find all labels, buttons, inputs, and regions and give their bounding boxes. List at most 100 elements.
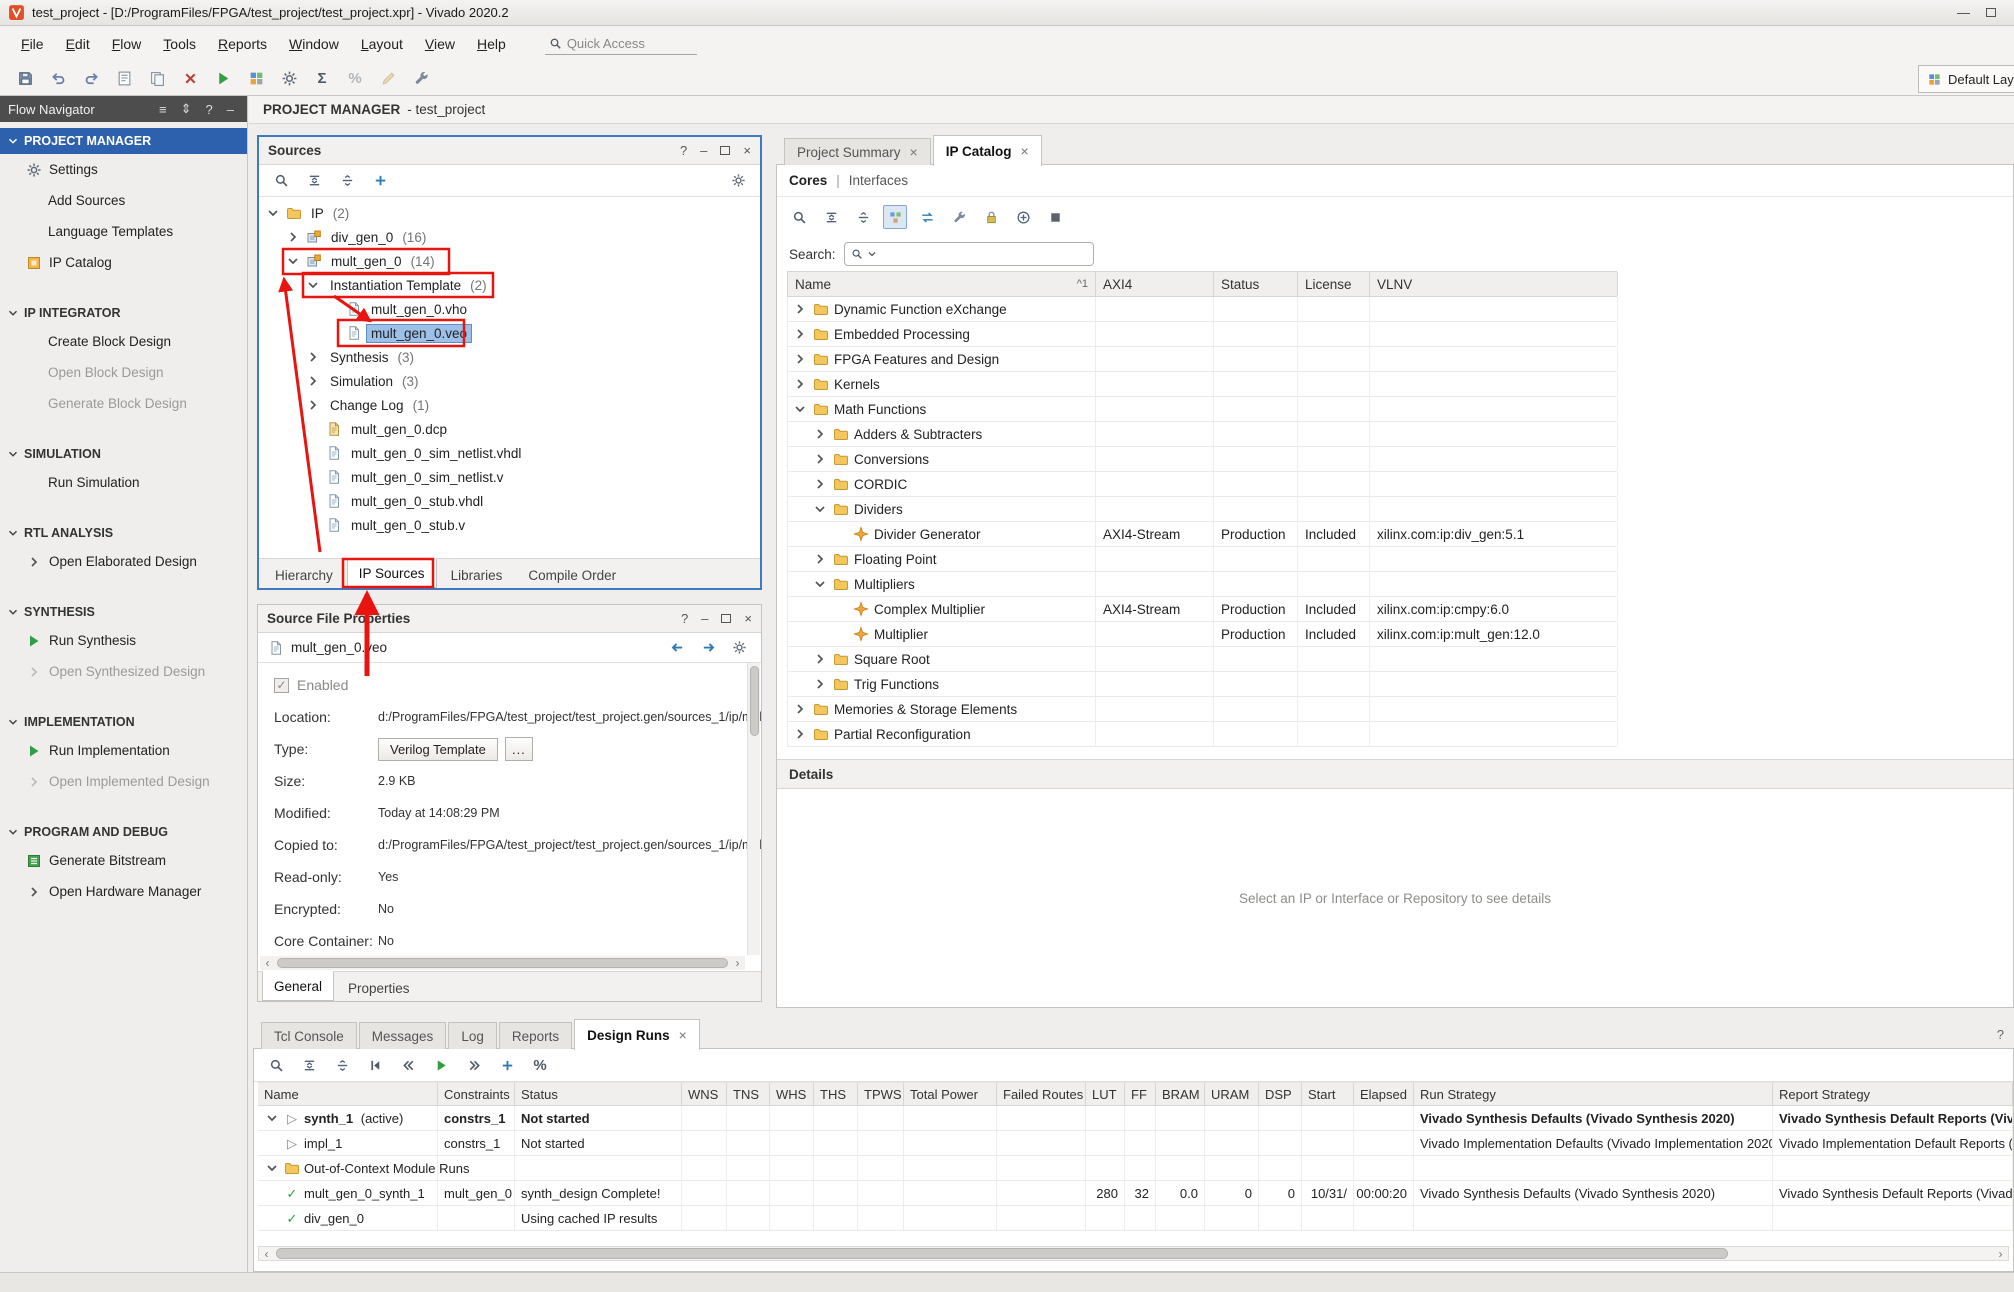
caret-right-icon[interactable] — [792, 726, 808, 742]
runs-column-start[interactable]: Start — [1302, 1083, 1354, 1105]
ip-row-kernels[interactable]: Kernels — [788, 372, 1617, 397]
back-button[interactable] — [665, 636, 689, 660]
search-button[interactable] — [787, 205, 811, 229]
caret-right-icon[interactable] — [26, 774, 42, 790]
bottom-tab-tcl-console[interactable]: Tcl Console — [261, 1022, 357, 1049]
tree-item-mult-gen-0-veo[interactable]: mult_gen_0.veo — [259, 321, 760, 345]
caret-right-icon[interactable] — [792, 351, 808, 367]
flow-section-program-and-debug[interactable]: PROGRAM AND DEBUG — [0, 819, 247, 845]
flow-item-open-synthesized-design[interactable]: Open Synthesized Design — [0, 656, 247, 687]
search-button[interactable] — [269, 169, 293, 193]
sources-tab-compile-order[interactable]: Compile Order — [516, 563, 628, 588]
caret-right-icon[interactable] — [792, 376, 808, 392]
dashboard-button[interactable] — [243, 66, 269, 92]
tree-item-mult-gen-0-sim-netlist-vhdl[interactable]: mult_gen_0_sim_netlist.vhdl — [259, 441, 760, 465]
more-button[interactable]: ... — [505, 737, 533, 761]
caret-down-icon[interactable] — [6, 605, 20, 619]
runs-column-run-strategy[interactable]: Run Strategy — [1414, 1083, 1773, 1105]
wrench-button[interactable] — [408, 66, 434, 92]
wrench-button[interactable] — [947, 205, 971, 229]
caret-down-icon[interactable] — [6, 306, 20, 320]
runs-column-whs[interactable]: WHS — [770, 1083, 814, 1105]
ip-row-divider-generator[interactable]: Divider GeneratorAXI4-StreamProductionIn… — [788, 522, 1617, 547]
close-tab-icon[interactable]: × — [679, 1027, 687, 1043]
percent-button[interactable]: % — [528, 1053, 552, 1077]
run-row-synth-1[interactable]: ▷synth_1 (active)constrs_1Not startedViv… — [258, 1106, 2013, 1131]
runs-column-ff[interactable]: FF — [1125, 1083, 1156, 1105]
type-dropdown[interactable]: Verilog Template — [378, 738, 498, 761]
tree-item-simulation[interactable]: Simulation(3) — [259, 369, 760, 393]
caret-down-icon[interactable] — [285, 253, 301, 269]
expand-all-button[interactable] — [851, 205, 875, 229]
vertical-scrollbar[interactable] — [747, 663, 760, 955]
bottom-tab-messages[interactable]: Messages — [359, 1022, 447, 1049]
tree-item-synthesis[interactable]: Synthesis(3) — [259, 345, 760, 369]
menu-window[interactable]: Window — [278, 31, 350, 57]
ip-row-multiplier[interactable]: MultiplierProductionIncludedxilinx.com:i… — [788, 622, 1617, 647]
ipcat-tab-ip-catalog[interactable]: IP Catalog× — [933, 135, 1042, 166]
scroll-right-icon[interactable]: › — [730, 956, 745, 970]
caret-down-icon[interactable] — [812, 501, 828, 517]
tree-item-mult-gen-0-sim-netlist-v[interactable]: mult_gen_0_sim_netlist.v — [259, 465, 760, 489]
caret-right-icon[interactable] — [812, 651, 828, 667]
caret-right-icon[interactable] — [812, 451, 828, 467]
caret-right-icon[interactable] — [305, 397, 321, 413]
enabled-checkbox[interactable]: ✓ — [274, 678, 289, 693]
undo-button[interactable] — [45, 66, 71, 92]
close-panel-button[interactable]: × — [743, 143, 751, 158]
runs-column-uram[interactable]: URAM — [1205, 1083, 1259, 1105]
bottom-tab-log[interactable]: Log — [448, 1022, 497, 1049]
forward-button[interactable] — [696, 636, 720, 660]
ip-row-floating-point[interactable]: Floating Point — [788, 547, 1617, 572]
runs-column-ths[interactable]: THS — [814, 1083, 858, 1105]
run-row-impl-1[interactable]: ▷impl_1constrs_1Not startedVivado Implem… — [258, 1131, 2013, 1156]
flow-section-synthesis[interactable]: SYNTHESIS — [0, 599, 247, 625]
tree-item-instantiation-template[interactable]: Instantiation Template(2) — [259, 273, 760, 297]
sources-tab-libraries[interactable]: Libraries — [439, 563, 515, 588]
search-button[interactable] — [264, 1053, 288, 1077]
caret-down-icon[interactable] — [264, 1160, 280, 1176]
ip-column-name[interactable]: Name^1 — [788, 272, 1096, 296]
runs-column-tpws[interactable]: TPWS — [858, 1083, 904, 1105]
run-row-mult-gen-0-synth-1[interactable]: ✓mult_gen_0_synth_1mult_gen_0synth_desig… — [258, 1181, 2013, 1206]
ip-row-trig-functions[interactable]: Trig Functions — [788, 672, 1617, 697]
caret-right-icon[interactable] — [812, 426, 828, 442]
close-tab-icon[interactable]: × — [1021, 143, 1029, 159]
caret-down-icon[interactable] — [265, 205, 281, 221]
expand-all-button[interactable] — [330, 1053, 354, 1077]
layout-selector-button[interactable]: Default Layou — [1918, 65, 2014, 93]
sources-settings-button[interactable] — [726, 169, 750, 193]
runs-column-dsp[interactable]: DSP — [1259, 1083, 1302, 1105]
taxonomy-button[interactable] — [883, 205, 907, 229]
ip-row-memories-storage-elements[interactable]: Memories & Storage Elements — [788, 697, 1617, 722]
caret-right-icon[interactable] — [812, 676, 828, 692]
add-button[interactable] — [495, 1053, 519, 1077]
flow-item-create-block-design[interactable]: Create Block Design — [0, 326, 247, 357]
flow-item-generate-bitstream[interactable]: Generate Bitstream — [0, 845, 247, 876]
horizontal-scrollbar[interactable]: ‹ › — [260, 956, 745, 970]
caret-right-icon[interactable] — [812, 551, 828, 567]
ip-row-embedded-processing[interactable]: Embedded Processing — [788, 322, 1617, 347]
dock-icon[interactable]: ≡ — [154, 102, 172, 117]
minimize-panel-icon[interactable]: – — [222, 102, 239, 117]
ipcat-tab-project-summary[interactable]: Project Summary× — [784, 138, 931, 165]
caret-down-icon[interactable] — [6, 447, 20, 461]
report-button[interactable] — [111, 66, 137, 92]
runs-column-status[interactable]: Status — [515, 1083, 682, 1105]
run-button[interactable] — [210, 66, 236, 92]
flow-item-run-implementation[interactable]: Run Implementation — [0, 735, 247, 766]
caret-right-icon[interactable] — [792, 326, 808, 342]
ip-row-math-functions[interactable]: Math Functions — [788, 397, 1617, 422]
caret-right-icon[interactable] — [792, 701, 808, 717]
caret-right-icon[interactable] — [305, 349, 321, 365]
caret-right-icon[interactable] — [305, 373, 321, 389]
caret-down-icon[interactable] — [264, 1110, 280, 1126]
caret-right-icon[interactable] — [26, 884, 42, 900]
ip-column-axi4[interactable]: AXI4 — [1096, 272, 1214, 296]
collapse-all-button[interactable] — [819, 205, 843, 229]
runs-column-constraints[interactable]: Constraints — [438, 1083, 515, 1105]
run-row-div-gen-0[interactable]: ✓div_gen_0Using cached IP results — [258, 1206, 2013, 1231]
copy-button[interactable] — [144, 66, 170, 92]
tree-item-mult-gen-0-stub-v[interactable]: mult_gen_0_stub.v — [259, 513, 760, 537]
bottom-tab-design-runs[interactable]: Design Runs× — [574, 1019, 700, 1050]
